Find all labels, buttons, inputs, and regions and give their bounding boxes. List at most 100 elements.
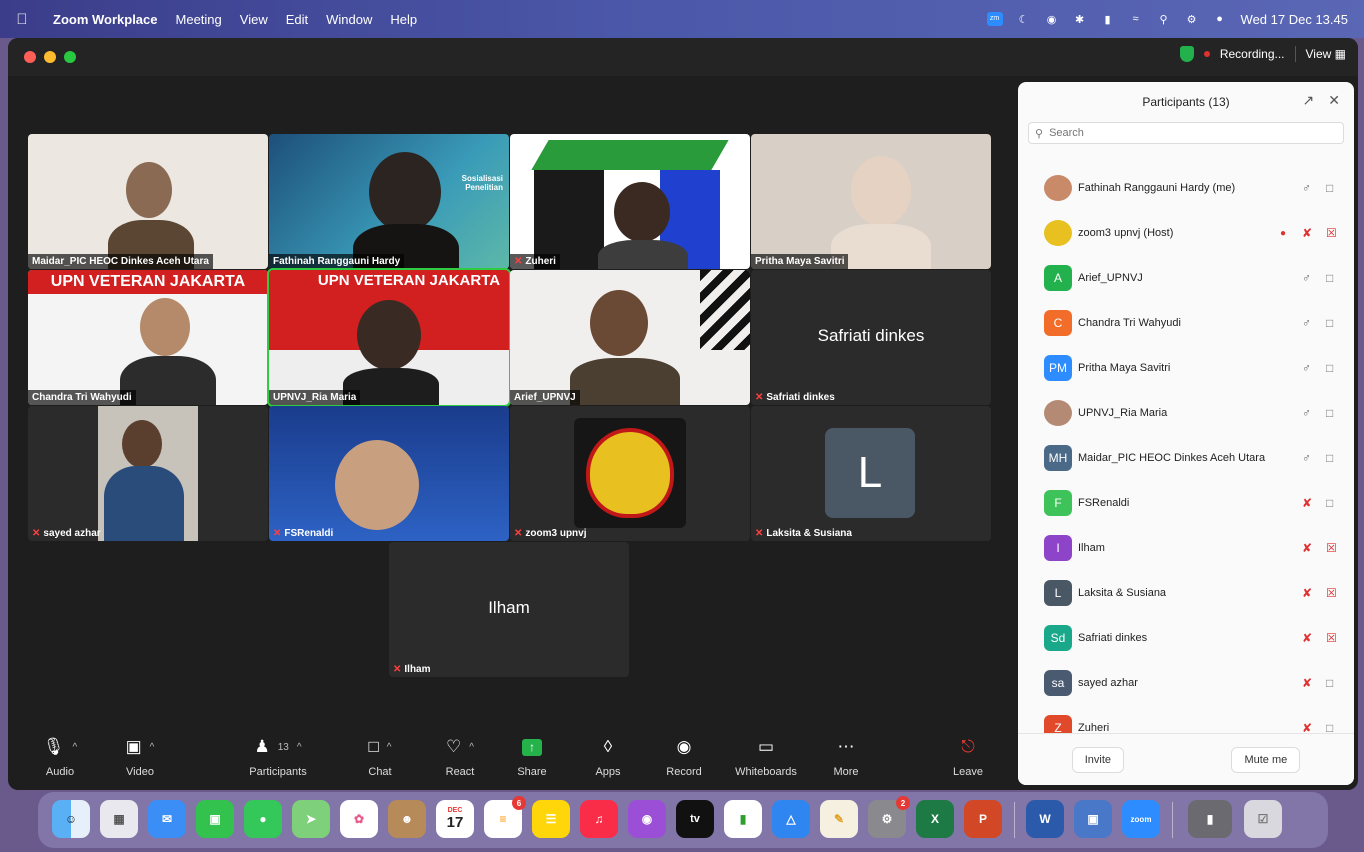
mic-muted-icon[interactable]: ✘ — [1302, 541, 1312, 555]
fullscreen-window-button[interactable] — [64, 51, 76, 63]
participants-button[interactable]: ♟ 13 ^ Participants — [238, 736, 318, 778]
video-tile[interactable]: ✕ zoom3 upnvj — [510, 406, 750, 541]
video-tile[interactable]: UPN VETERAN JAKARTA Chandra Tri Wahyudi — [28, 270, 268, 405]
invite-button[interactable]: Invite — [1071, 746, 1125, 773]
video-off-icon[interactable]: ☒ — [1326, 631, 1337, 645]
video-tile-active-speaker[interactable]: UPN VETERAN JAKARTA UPNVJ_Ria Maria — [267, 268, 511, 407]
preview-icon[interactable]: ▣ — [1074, 800, 1112, 838]
menu-app-name[interactable]: Zoom Workplace — [44, 12, 167, 27]
participant-row[interactable]: zoom3 upnvj (Host) ● ✘ ☒ — [1018, 211, 1354, 255]
system-settings-icon[interactable]: ⚙ 2 — [868, 796, 910, 838]
leave-button[interactable]: ⎋ Leave — [928, 736, 1008, 778]
apps-button[interactable]: ◊ Apps — [568, 736, 648, 778]
messages-icon[interactable]: ● — [244, 800, 282, 838]
menu-view[interactable]: View — [231, 12, 277, 27]
pop-out-icon[interactable]: ↗ — [1303, 92, 1315, 109]
maps-icon[interactable]: ➤ — [292, 800, 330, 838]
close-icon[interactable]: ✕ — [1328, 92, 1340, 109]
participant-row[interactable]: UPNVJ_Ria Maria ♂ □ — [1018, 391, 1354, 435]
video-camera-icon[interactable]: □ — [1326, 406, 1333, 420]
video-tile[interactable]: Pritha Maya Savitri — [751, 134, 991, 269]
apple-icon[interactable]:  — [0, 11, 44, 28]
notes-icon[interactable]: ☰ — [532, 800, 570, 838]
video-camera-icon[interactable]: □ — [1326, 361, 1333, 375]
close-window-button[interactable] — [24, 51, 36, 63]
zoom-status-icon[interactable]: zm — [986, 12, 1003, 26]
word-icon[interactable]: W — [1026, 800, 1064, 838]
trash-icon[interactable]: ☑ — [1244, 800, 1282, 838]
menu-help[interactable]: Help — [381, 12, 426, 27]
participant-row[interactable]: MH Maidar_PIC HEOC Dinkes Aceh Utara ♂ □ — [1018, 436, 1354, 480]
react-button[interactable]: ♡ ^ React — [420, 736, 500, 778]
podcasts-icon[interactable]: ◉ — [628, 800, 666, 838]
apple-tv-icon[interactable]: tv — [676, 800, 714, 838]
security-shield-icon[interactable] — [1179, 46, 1194, 62]
minimize-window-button[interactable] — [44, 51, 56, 63]
video-off-icon[interactable]: ☒ — [1326, 586, 1337, 600]
video-camera-icon[interactable]: □ — [1326, 676, 1333, 690]
video-tile[interactable]: Arief_UPNVJ — [510, 270, 750, 405]
music-icon[interactable]: ♫ — [580, 800, 618, 838]
video-camera-icon[interactable]: □ — [1326, 316, 1333, 330]
view-button[interactable]: View ▦ — [1306, 47, 1346, 61]
audio-button[interactable]: 🎙 ^ Audio — [20, 736, 100, 778]
participant-row[interactable]: A Arief_UPNVJ ♂ □ — [1018, 256, 1354, 300]
mic-muted-icon[interactable]: ✘ — [1302, 676, 1312, 690]
video-camera-icon[interactable]: □ — [1326, 271, 1333, 285]
moon-icon[interactable]: ☾ — [1017, 13, 1031, 26]
menu-meeting[interactable]: Meeting — [167, 12, 231, 27]
chevron-up-icon[interactable]: ^ — [297, 742, 302, 753]
spotlight-search-icon[interactable]: ⚲ — [1157, 13, 1171, 26]
microphone-icon[interactable]: ♂ — [1302, 271, 1311, 285]
downloads-stack-icon[interactable]: ▮ — [1188, 800, 1232, 838]
video-tile[interactable]: Maidar_PIC HEOC Dinkes Aceh Utara — [28, 134, 268, 269]
microphone-icon[interactable]: ♂ — [1302, 406, 1311, 420]
wifi-icon[interactable]: ≈ — [1129, 13, 1143, 25]
share-button[interactable]: ↑ Share — [492, 736, 572, 778]
reminders-icon[interactable]: ≡ 6 — [484, 796, 526, 838]
chevron-up-icon[interactable]: ^ — [387, 742, 392, 753]
video-camera-icon[interactable]: □ — [1326, 451, 1333, 465]
video-tile[interactable]: Sosialisasi Penelitian Fathinah Ranggaun… — [269, 134, 509, 269]
video-camera-icon[interactable]: □ — [1326, 496, 1333, 510]
participant-row[interactable]: Sd Safriati dinkes ✘ ☒ — [1018, 616, 1354, 660]
video-tile[interactable]: L ✕ Laksita & Susiana — [751, 406, 991, 541]
microphone-icon[interactable]: ♂ — [1302, 361, 1311, 375]
contacts-icon[interactable]: ☻ — [388, 800, 426, 838]
menu-window[interactable]: Window — [317, 12, 381, 27]
mic-muted-icon[interactable]: ✘ — [1302, 631, 1312, 645]
video-off-icon[interactable]: ☒ — [1326, 541, 1337, 555]
mail-icon[interactable]: ✉ — [148, 800, 186, 838]
battery-icon[interactable]: ▮ — [1101, 13, 1115, 26]
recording-status[interactable]: Recording... — [1220, 47, 1285, 61]
more-button[interactable]: ⋯ More — [806, 736, 886, 778]
chevron-up-icon[interactable]: ^ — [72, 742, 77, 753]
video-camera-icon[interactable]: □ — [1326, 181, 1333, 195]
participant-row[interactable]: C Chandra Tri Wahyudi ♂ □ — [1018, 301, 1354, 345]
pages-icon[interactable]: ✎ — [820, 800, 858, 838]
siri-icon[interactable]: ● — [1213, 13, 1227, 25]
chat-button[interactable]: □ ^ Chat — [340, 736, 420, 778]
launchpad-icon[interactable]: ▦ — [100, 800, 138, 838]
video-tile[interactable]: Ilham ✕ Ilham — [389, 542, 629, 677]
participant-row[interactable]: F FSRenaldi ✘ □ — [1018, 481, 1354, 525]
excel-icon[interactable]: X — [916, 800, 954, 838]
video-off-icon[interactable]: ☒ — [1326, 226, 1337, 240]
menu-clock[interactable]: Wed 17 Dec 13.45 — [1241, 12, 1348, 27]
search-input[interactable] — [1049, 127, 1310, 139]
photos-icon[interactable]: ✿ — [340, 800, 378, 838]
whiteboards-button[interactable]: ▭ Whiteboards — [726, 736, 806, 778]
search-box[interactable]: ⚲ — [1028, 122, 1344, 144]
facetime-icon[interactable]: ▣ — [196, 800, 234, 838]
powerpoint-icon[interactable]: P — [964, 800, 1002, 838]
calendar-icon[interactable]: DEC 17 — [436, 800, 474, 838]
menu-edit[interactable]: Edit — [277, 12, 317, 27]
participant-row[interactable]: PM Pritha Maya Savitri ♂ □ — [1018, 346, 1354, 390]
mic-muted-icon[interactable]: ✘ — [1302, 226, 1312, 240]
numbers-icon[interactable]: ▮ — [724, 800, 762, 838]
video-tile[interactable]: ✕ sayed azhar — [28, 406, 268, 541]
finder-icon[interactable]: ☺ — [52, 800, 90, 838]
participant-row[interactable]: sa sayed azhar ✘ □ — [1018, 661, 1354, 705]
bluetooth-icon[interactable]: ✱ — [1073, 13, 1087, 26]
video-tile[interactable]: ✕ Zuheri — [510, 134, 750, 269]
